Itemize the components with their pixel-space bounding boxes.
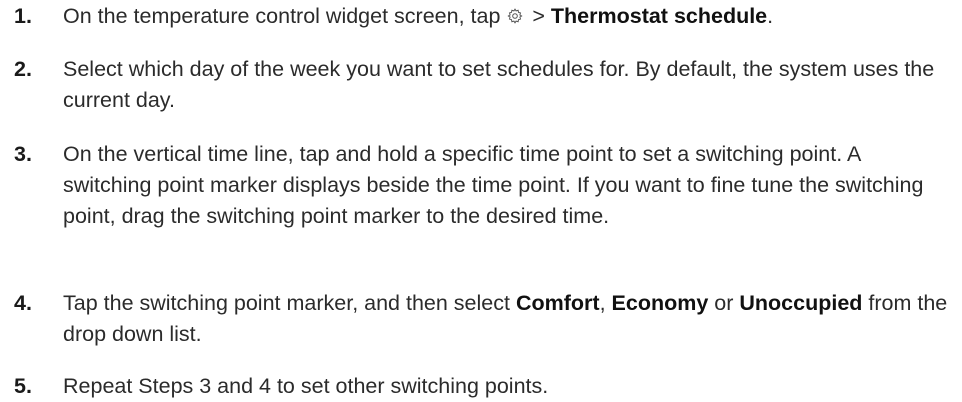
step-number: 5. [14, 374, 32, 398]
step-text: On the temperature control widget screen… [63, 1, 953, 32]
step-text: Tap the switching point marker, and then… [63, 288, 953, 350]
step-text-part: > [526, 4, 551, 28]
step-text-part: , [599, 291, 612, 315]
option-unoccupied: Unoccupied [739, 291, 863, 315]
step-number: 1. [14, 4, 32, 28]
option-economy: Economy [611, 291, 709, 315]
step-text: Select which day of the week you want to… [63, 57, 935, 112]
step-text: On the vertical time line, tap and hold … [63, 142, 924, 228]
menu-item-thermostat-schedule: Thermostat schedule [550, 4, 768, 28]
step-number: 2. [14, 57, 32, 81]
step-number: 4. [14, 291, 32, 315]
step-text-part: . [767, 4, 774, 28]
step-text-part: On the temperature control widget screen… [63, 4, 507, 28]
instruction-steps: 1. On the temperature control widget scr… [0, 0, 962, 400]
step-text-part: Tap the switching point marker, and then… [63, 291, 516, 315]
step-number: 3. [14, 142, 32, 166]
step-text-part: or [708, 291, 740, 315]
option-comfort: Comfort [515, 291, 600, 315]
step-text: Repeat Steps 3 and 4 to set other switch… [63, 374, 549, 398]
gear-icon [507, 2, 523, 24]
